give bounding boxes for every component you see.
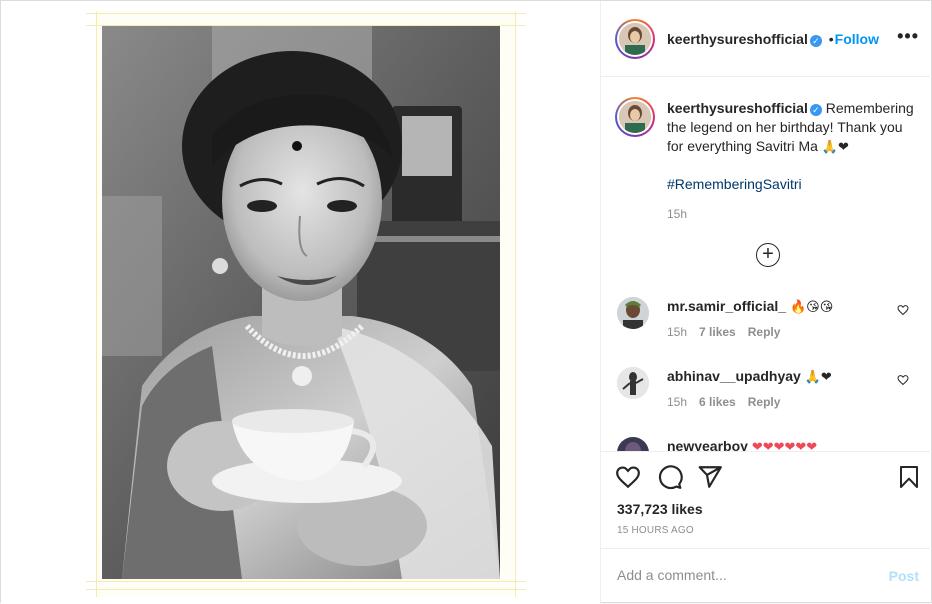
guide-line (86, 581, 526, 582)
comment-item: newyearboy ❤❤❤❤❤❤ (617, 437, 917, 451)
author-username[interactable]: keerthysureshofficial (667, 31, 808, 47)
comment-time[interactable]: 15h (667, 325, 687, 339)
comment-item: abhinav__upadhyay 🙏❤ 15h 6 likes Reply (617, 367, 917, 417)
post-timestamp[interactable]: 15 HOURS AGO (617, 525, 694, 536)
verified-badge-icon: ✓ (809, 35, 822, 47)
caption-hashtag[interactable]: #RememberingSavitri (667, 175, 917, 194)
caption: keerthysureshofficial ✓ Remembering the l… (667, 99, 917, 224)
guide-line (86, 589, 526, 590)
caption-username[interactable]: keerthysureshofficial (667, 100, 808, 116)
likes-count[interactable]: 337,723 likes (617, 501, 703, 517)
comment-username[interactable]: abhinav__upadhyay (667, 368, 801, 384)
comment-item: mr.samir_official_ 🔥😘😘 15h 7 likes Reply (617, 297, 917, 347)
verified-badge-icon: ✓ (809, 104, 822, 116)
caption-emojis: 🙏❤ (821, 140, 849, 155)
save-bookmark-icon[interactable] (897, 464, 921, 493)
add-comment-input[interactable] (617, 567, 867, 583)
commenter-avatar[interactable] (617, 297, 649, 329)
comment-username[interactable]: mr.samir_official_ (667, 298, 786, 314)
reply-button[interactable]: Reply (748, 395, 781, 409)
follow-separator: • (828, 31, 834, 47)
post-photo[interactable] (102, 26, 500, 579)
post-actions: 337,723 likes 15 HOURS AGO (601, 451, 932, 548)
comment-like-heart-icon[interactable] (897, 373, 909, 389)
caption-avatar[interactable] (615, 97, 655, 137)
follow-button[interactable]: Follow (835, 31, 879, 47)
comment-username[interactable]: newyearboy (667, 438, 748, 451)
comment-time[interactable]: 15h (667, 395, 687, 409)
comment-emojis: 🔥😘😘 (789, 300, 834, 315)
comment-like-heart-icon[interactable] (897, 303, 909, 319)
author-avatar[interactable] (615, 19, 655, 59)
post-media[interactable] (1, 1, 601, 604)
like-heart-icon[interactable] (615, 464, 641, 493)
post-comment-button[interactable]: Post (889, 568, 919, 584)
share-paper-plane-icon[interactable] (697, 464, 723, 493)
post-header: keerthysureshofficial ✓ •Follow ••• (601, 1, 932, 77)
instagram-post-dialog: keerthysureshofficial ✓ •Follow ••• keert… (0, 0, 932, 604)
post-side-panel: keerthysureshofficial ✓ •Follow ••• keert… (601, 1, 932, 604)
comment-emojis: ❤❤❤❤❤❤ (751, 440, 818, 451)
load-more-comments-plus-circle-icon[interactable]: + (756, 243, 780, 267)
commenter-avatar[interactable] (617, 437, 649, 451)
comment-composer: Post (601, 548, 932, 604)
guide-line (86, 13, 526, 14)
comment-emojis: 🙏❤ (804, 370, 832, 385)
comment-likes[interactable]: 6 likes (699, 395, 736, 409)
caption-time[interactable]: 15h (667, 205, 917, 224)
comment-bubble-icon[interactable] (657, 464, 683, 493)
commenter-avatar[interactable] (617, 367, 649, 399)
reply-button[interactable]: Reply (748, 325, 781, 339)
more-options-icon[interactable]: ••• (897, 27, 919, 45)
comment-likes[interactable]: 7 likes (699, 325, 736, 339)
comments-list[interactable]: keerthysureshofficial ✓ Remembering the l… (601, 77, 932, 451)
